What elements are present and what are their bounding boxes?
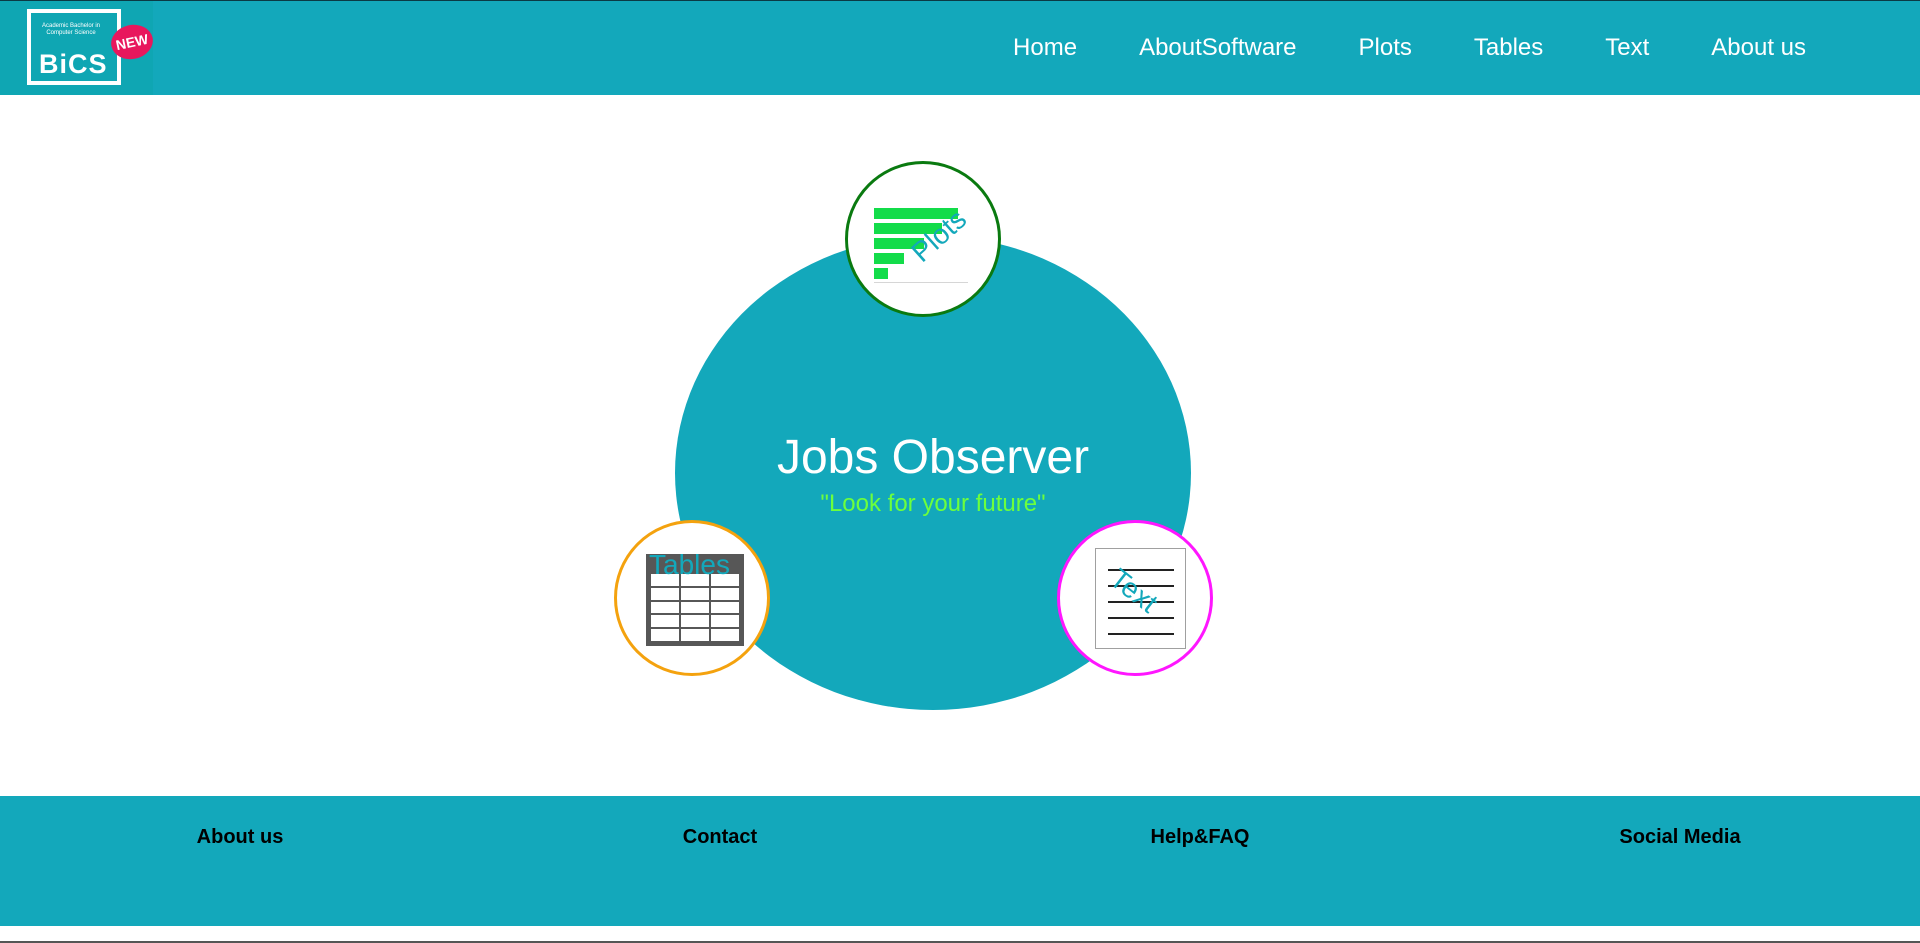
tables-bubble-link[interactable]: Tables xyxy=(614,520,770,676)
logo-frame: Academic Bachelor in Computer Science Bi… xyxy=(27,9,121,85)
bar-chart-axis xyxy=(874,282,968,283)
bar-chart-bar xyxy=(874,268,888,279)
nav-plots[interactable]: Plots xyxy=(1359,34,1412,62)
footer-help-faq[interactable]: Help&FAQ xyxy=(1100,826,1300,849)
nav-text[interactable]: Text xyxy=(1605,34,1649,62)
hero-title: Jobs Observer xyxy=(776,431,1090,484)
bar-chart-bar xyxy=(874,253,904,264)
bics-logo[interactable]: Academic Bachelor in Computer Science Bi… xyxy=(0,1,157,95)
hero-subtitle: "Look for your future" xyxy=(820,490,1046,517)
footer-contact[interactable]: Contact xyxy=(620,826,820,849)
main-nav: Home AboutSoftware Plots Tables Text Abo… xyxy=(1013,1,1806,95)
footer: About us Contact Help&FAQ Social Media xyxy=(0,796,1920,926)
footer-social-media[interactable]: Social Media xyxy=(1580,826,1780,849)
top-navbar: Academic Bachelor in Computer Science Bi… xyxy=(0,1,1920,95)
logo-small-text: Academic Bachelor in Computer Science xyxy=(41,23,101,36)
plots-bubble-link[interactable]: Plots xyxy=(845,161,1001,317)
nav-home[interactable]: Home xyxy=(1013,34,1077,62)
footer-about-us[interactable]: About us xyxy=(140,826,340,849)
nav-about-us[interactable]: About us xyxy=(1711,34,1806,62)
logo-main-text: BiCS xyxy=(39,49,108,79)
tables-bubble-label: Tables xyxy=(649,549,730,580)
text-bubble-link[interactable]: Text xyxy=(1057,520,1213,676)
nav-tables[interactable]: Tables xyxy=(1474,34,1543,62)
nav-about-software[interactable]: AboutSoftware xyxy=(1139,34,1296,62)
